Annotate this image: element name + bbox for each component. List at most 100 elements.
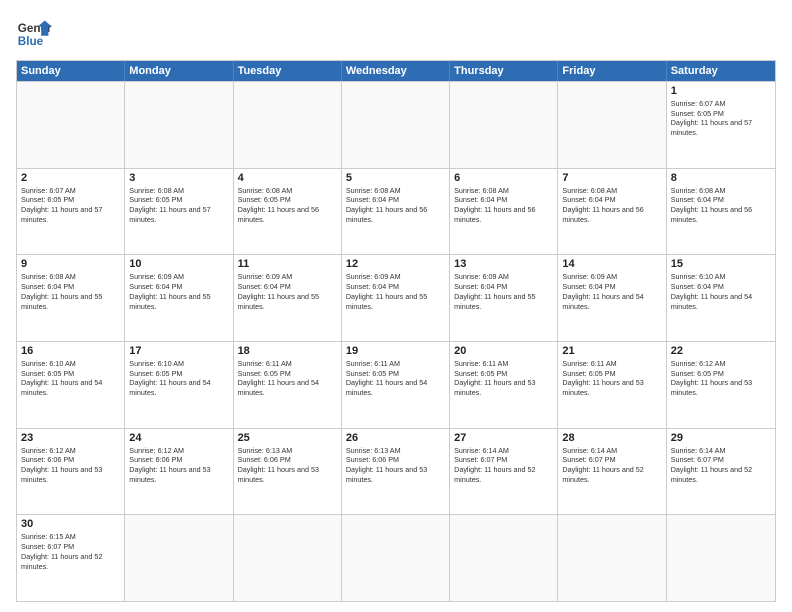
- cell-day-number: 22: [671, 345, 771, 357]
- cell-info: Sunrise: 6:12 AM Sunset: 6:05 PM Dayligh…: [671, 359, 771, 398]
- cell-day-number: 5: [346, 172, 445, 184]
- calendar-cell: [342, 82, 450, 168]
- cell-info: Sunrise: 6:09 AM Sunset: 6:04 PM Dayligh…: [346, 272, 445, 311]
- logo: General Blue: [16, 16, 52, 52]
- calendar-header-row: SundayMondayTuesdayWednesdayThursdayFrid…: [17, 61, 775, 81]
- cell-info: Sunrise: 6:08 AM Sunset: 6:04 PM Dayligh…: [346, 186, 445, 225]
- calendar-cell: 2 Sunrise: 6:07 AM Sunset: 6:05 PM Daylig…: [17, 169, 125, 255]
- calendar-cell: 8 Sunrise: 6:08 AM Sunset: 6:04 PM Daylig…: [667, 169, 775, 255]
- cell-info: Sunrise: 6:09 AM Sunset: 6:04 PM Dayligh…: [129, 272, 228, 311]
- cell-info: Sunrise: 6:08 AM Sunset: 6:04 PM Dayligh…: [21, 272, 120, 311]
- calendar-cell: [450, 82, 558, 168]
- calendar-cell: 13Sunrise: 6:09 AM Sunset: 6:04 PM Dayli…: [450, 255, 558, 341]
- cell-day-number: 25: [238, 432, 337, 444]
- header-day-friday: Friday: [558, 61, 666, 81]
- calendar-cell: 26Sunrise: 6:13 AM Sunset: 6:06 PM Dayli…: [342, 429, 450, 515]
- cell-day-number: 20: [454, 345, 553, 357]
- cell-day-number: 16: [21, 345, 120, 357]
- cell-info: Sunrise: 6:12 AM Sunset: 6:06 PM Dayligh…: [129, 446, 228, 485]
- calendar-cell: 28Sunrise: 6:14 AM Sunset: 6:07 PM Dayli…: [558, 429, 666, 515]
- cell-day-number: 13: [454, 258, 553, 270]
- calendar-cell: 24Sunrise: 6:12 AM Sunset: 6:06 PM Dayli…: [125, 429, 233, 515]
- calendar-cell: 20 Sunrise: 6:11 AM Sunset: 6:05 PM Dayli…: [450, 342, 558, 428]
- cell-info: Sunrise: 6:10 AM Sunset: 6:04 PM Dayligh…: [671, 272, 771, 311]
- cell-day-number: 6: [454, 172, 553, 184]
- cell-day-number: 15: [671, 258, 771, 270]
- cell-info: Sunrise: 6:14 AM Sunset: 6:07 PM Dayligh…: [562, 446, 661, 485]
- header-day-thursday: Thursday: [450, 61, 558, 81]
- cell-day-number: 18: [238, 345, 337, 357]
- calendar-cell: 9Sunrise: 6:08 AM Sunset: 6:04 PM Daylig…: [17, 255, 125, 341]
- calendar-cell: 25 Sunrise: 6:13 AM Sunset: 6:06 PM Dayli…: [234, 429, 342, 515]
- calendar-week-2: 9Sunrise: 6:08 AM Sunset: 6:04 PM Daylig…: [17, 254, 775, 341]
- cell-day-number: 2: [21, 172, 120, 184]
- calendar-cell: [667, 515, 775, 601]
- header: General Blue: [16, 16, 776, 52]
- cell-day-number: 8: [671, 172, 771, 184]
- cell-day-number: 1: [671, 85, 771, 97]
- calendar-cell: 27 Sunrise: 6:14 AM Sunset: 6:07 PM Dayli…: [450, 429, 558, 515]
- calendar-cell: [558, 82, 666, 168]
- calendar-cell: 15 Sunrise: 6:10 AM Sunset: 6:04 PM Dayli…: [667, 255, 775, 341]
- cell-info: Sunrise: 6:07 AM Sunset: 6:05 PM Dayligh…: [21, 186, 120, 225]
- header-day-sunday: Sunday: [17, 61, 125, 81]
- cell-day-number: 14: [562, 258, 661, 270]
- calendar: SundayMondayTuesdayWednesdayThursdayFrid…: [16, 60, 776, 602]
- cell-day-number: 23: [21, 432, 120, 444]
- cell-day-number: 7: [562, 172, 661, 184]
- calendar-cell: 6 Sunrise: 6:08 AM Sunset: 6:04 PM Daylig…: [450, 169, 558, 255]
- cell-info: Sunrise: 6:08 AM Sunset: 6:04 PM Dayligh…: [562, 186, 661, 225]
- calendar-cell: [125, 515, 233, 601]
- calendar-cell: 14Sunrise: 6:09 AM Sunset: 6:04 PM Dayli…: [558, 255, 666, 341]
- cell-day-number: 26: [346, 432, 445, 444]
- calendar-cell: 18 Sunrise: 6:11 AM Sunset: 6:05 PM Dayli…: [234, 342, 342, 428]
- cell-day-number: 10: [129, 258, 228, 270]
- calendar-week-5: 30 Sunrise: 6:15 AM Sunset: 6:07 PM Dayli…: [17, 514, 775, 601]
- cell-info: Sunrise: 6:15 AM Sunset: 6:07 PM Dayligh…: [21, 532, 120, 571]
- cell-info: Sunrise: 6:08 AM Sunset: 6:04 PM Dayligh…: [671, 186, 771, 225]
- calendar-body: 1 Sunrise: 6:07 AM Sunset: 6:05 PM Daylig…: [17, 81, 775, 601]
- cell-info: Sunrise: 6:11 AM Sunset: 6:05 PM Dayligh…: [562, 359, 661, 398]
- cell-day-number: 30: [21, 518, 120, 530]
- cell-info: Sunrise: 6:11 AM Sunset: 6:05 PM Dayligh…: [238, 359, 337, 398]
- cell-day-number: 11: [238, 258, 337, 270]
- calendar-cell: 23 Sunrise: 6:12 AM Sunset: 6:06 PM Dayli…: [17, 429, 125, 515]
- calendar-cell: [234, 82, 342, 168]
- svg-text:Blue: Blue: [18, 35, 44, 48]
- cell-info: Sunrise: 6:14 AM Sunset: 6:07 PM Dayligh…: [671, 446, 771, 485]
- calendar-week-3: 16 Sunrise: 6:10 AM Sunset: 6:05 PM Dayli…: [17, 341, 775, 428]
- calendar-cell: [234, 515, 342, 601]
- cell-info: Sunrise: 6:11 AM Sunset: 6:05 PM Dayligh…: [346, 359, 445, 398]
- calendar-cell: [17, 82, 125, 168]
- cell-day-number: 27: [454, 432, 553, 444]
- cell-day-number: 21: [562, 345, 661, 357]
- cell-info: Sunrise: 6:08 AM Sunset: 6:05 PM Dayligh…: [129, 186, 228, 225]
- calendar-cell: 7 Sunrise: 6:08 AM Sunset: 6:04 PM Daylig…: [558, 169, 666, 255]
- cell-day-number: 12: [346, 258, 445, 270]
- cell-day-number: 17: [129, 345, 228, 357]
- cell-info: Sunrise: 6:11 AM Sunset: 6:05 PM Dayligh…: [454, 359, 553, 398]
- cell-day-number: 29: [671, 432, 771, 444]
- logo-icon: General Blue: [16, 16, 52, 52]
- calendar-cell: 11Sunrise: 6:09 AM Sunset: 6:04 PM Dayli…: [234, 255, 342, 341]
- calendar-cell: 4 Sunrise: 6:08 AM Sunset: 6:05 PM Daylig…: [234, 169, 342, 255]
- calendar-cell: 12 Sunrise: 6:09 AM Sunset: 6:04 PM Dayli…: [342, 255, 450, 341]
- calendar-cell: 1Sunrise: 6:07 AM Sunset: 6:05 PM Daylig…: [667, 82, 775, 168]
- calendar-cell: [342, 515, 450, 601]
- calendar-cell: [558, 515, 666, 601]
- cell-info: Sunrise: 6:10 AM Sunset: 6:05 PM Dayligh…: [129, 359, 228, 398]
- cell-info: Sunrise: 6:12 AM Sunset: 6:06 PM Dayligh…: [21, 446, 120, 485]
- calendar-cell: 16 Sunrise: 6:10 AM Sunset: 6:05 PM Dayli…: [17, 342, 125, 428]
- header-day-tuesday: Tuesday: [234, 61, 342, 81]
- calendar-cell: 10 Sunrise: 6:09 AM Sunset: 6:04 PM Dayli…: [125, 255, 233, 341]
- cell-day-number: 4: [238, 172, 337, 184]
- cell-info: Sunrise: 6:13 AM Sunset: 6:06 PM Dayligh…: [238, 446, 337, 485]
- cell-info: Sunrise: 6:08 AM Sunset: 6:04 PM Dayligh…: [454, 186, 553, 225]
- calendar-cell: [450, 515, 558, 601]
- cell-info: Sunrise: 6:08 AM Sunset: 6:05 PM Dayligh…: [238, 186, 337, 225]
- header-day-saturday: Saturday: [667, 61, 775, 81]
- calendar-cell: 30 Sunrise: 6:15 AM Sunset: 6:07 PM Dayli…: [17, 515, 125, 601]
- calendar-cell: 17 Sunrise: 6:10 AM Sunset: 6:05 PM Dayli…: [125, 342, 233, 428]
- cell-info: Sunrise: 6:10 AM Sunset: 6:05 PM Dayligh…: [21, 359, 120, 398]
- cell-info: Sunrise: 6:14 AM Sunset: 6:07 PM Dayligh…: [454, 446, 553, 485]
